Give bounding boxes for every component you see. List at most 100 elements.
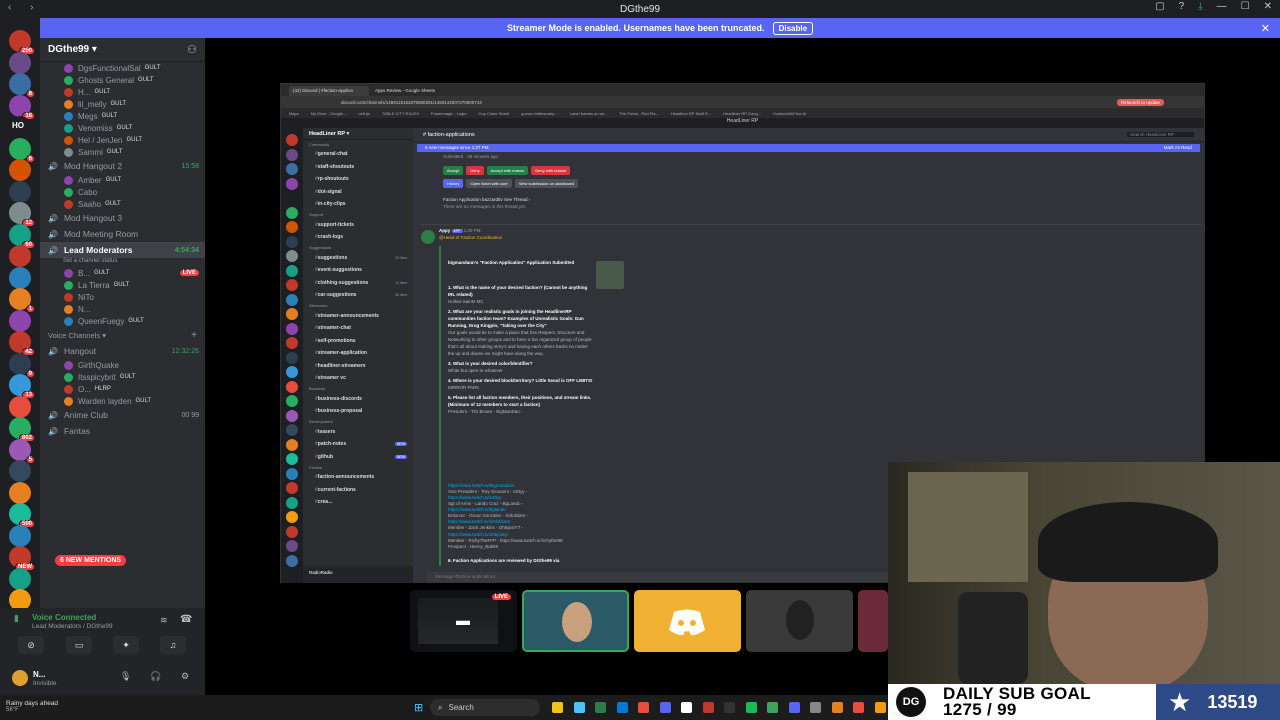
stream-tile-user-camera[interactable]: [522, 590, 629, 652]
voice-user[interactable]: Sammi GULT: [40, 146, 205, 158]
inner-server-icon[interactable]: [286, 453, 298, 465]
screen-share-icon[interactable]: ▭: [66, 636, 92, 654]
inner-category[interactable]: Support: [303, 211, 413, 219]
inner-channel[interactable]: # general-chat: [303, 148, 413, 161]
server-icon[interactable]: 13: [9, 374, 35, 399]
inner-server-icon[interactable]: [286, 540, 298, 552]
voice-user[interactable]: NiTo: [40, 291, 205, 303]
inner-server-icon[interactable]: [286, 366, 298, 378]
taskbar-app-icon[interactable]: [552, 702, 563, 713]
inner-channel[interactable]: # patch-notes NEW: [303, 438, 413, 451]
new-messages-bar[interactable]: 6 new messages since 1:27 PM Mark As Rea…: [417, 144, 1200, 152]
inner-server-icon[interactable]: [286, 221, 298, 233]
inner-server-icon[interactable]: [286, 322, 298, 335]
close-window-button[interactable]: ✕: [1264, 1, 1272, 12]
message-author[interactable]: Appy: [439, 228, 450, 233]
close-banner-icon[interactable]: ✕: [1261, 22, 1270, 35]
inner-channel[interactable]: # streamer-application: [303, 347, 413, 360]
voice-user[interactable]: H... GULT: [40, 86, 205, 98]
user-avatar[interactable]: [12, 670, 28, 686]
inner-server-icon[interactable]: [286, 395, 298, 407]
inner-server-icon[interactable]: [286, 496, 298, 509]
server-icon[interactable]: [9, 51, 31, 74]
inner-channel[interactable]: # streamer-chat: [303, 322, 413, 335]
activities-icon[interactable]: ✦: [113, 636, 139, 654]
stream-tile-screen[interactable]: LIVE ▬: [410, 590, 517, 652]
taskbar-app-icon[interactable]: [681, 702, 692, 713]
stream-tile-discord[interactable]: [634, 590, 741, 652]
inner-category[interactable]: Faction: [303, 463, 413, 471]
taskbar-app-icon[interactable]: [616, 702, 628, 713]
bookmark[interactable]: My Drive - Google...: [311, 111, 347, 116]
soundboard-icon[interactable]: ♫: [160, 636, 186, 654]
server-icon[interactable]: 60: [9, 223, 35, 249]
inner-channel[interactable]: # business-proposal: [303, 405, 413, 418]
inner-server-icon[interactable]: [286, 279, 298, 291]
server-icon[interactable]: [9, 481, 31, 504]
inner-server-icon[interactable]: [286, 192, 298, 204]
inner-server-icon[interactable]: [286, 250, 298, 262]
voice-channel-mod-hangout-2[interactable]: 🔊 Mod Hangout 2 15:58: [40, 158, 205, 174]
bookmark[interactable]: Headliner RP Gang...: [723, 111, 761, 116]
taskbar-search[interactable]: ⌕ Search: [430, 699, 540, 716]
voice-user[interactable]: DgsFunctionalSal GULT: [40, 62, 205, 74]
voice-user[interactable]: Ghosts General GULT: [40, 74, 205, 86]
voice-user[interactable]: Amber GULT: [40, 174, 205, 186]
headphones-icon[interactable]: 🎧: [150, 671, 161, 682]
server-icon[interactable]: 12: [9, 202, 35, 227]
bookmark[interactable]: TABLE CITY RULES: [382, 111, 419, 116]
voice-channel-fantasy[interactable]: 🔊 Fantas: [40, 423, 205, 439]
inner-server-icon[interactable]: [286, 554, 298, 567]
address-bar[interactable]: discord.com/channels/1459115162875060291…: [281, 96, 1204, 108]
weather-widget[interactable]: Rainy days ahead 58°F: [6, 700, 58, 713]
bookmark[interactable]: queue.entitesrarep...: [521, 111, 558, 116]
inner-channel[interactable]: # staff-shoutouts: [303, 161, 413, 174]
bookmark[interactable]: VulmonMAF.live AI: [773, 111, 806, 116]
voice-user[interactable]: N...: [40, 303, 205, 315]
inner-channel[interactable]: # event-suggestions: [303, 264, 413, 277]
taskbar-app-icon[interactable]: [745, 702, 757, 713]
inner-server-icon[interactable]: [286, 438, 298, 451]
voice-channel-mod-meeting-room[interactable]: 🔊 Mod Meeting Room: [40, 226, 205, 242]
inner-channel[interactable]: # dot-signal: [303, 186, 413, 199]
server-icon[interactable]: [9, 180, 31, 203]
server-icon[interactable]: 18: [9, 94, 35, 120]
inner-server-icon[interactable]: [286, 424, 298, 436]
browser-tab-sheets[interactable]: Apps Review - Google Sheets: [371, 86, 451, 96]
inner-server-icon[interactable]: [286, 409, 298, 422]
inner-server-icon[interactable]: [286, 525, 298, 538]
inner-channel[interactable]: # crea...: [303, 496, 413, 509]
bookmark[interactable]: Label frames on ca...: [570, 111, 607, 116]
taskbar-app-icon[interactable]: [874, 702, 886, 713]
inner-channel[interactable]: # current-factions: [303, 484, 413, 497]
maximize-button[interactable]: ☐: [1241, 1, 1250, 12]
voice-user[interactable]: lil_melly GULT: [40, 98, 205, 110]
voice-user[interactable]: Cabo: [40, 186, 205, 198]
server-icon[interactable]: [9, 309, 31, 332]
inner-channel[interactable]: # github NEW: [303, 451, 413, 464]
inner-server-icon[interactable]: [286, 177, 298, 190]
inner-category[interactable]: Community: [303, 140, 413, 148]
disconnect-icon[interactable]: ☎: [180, 614, 192, 625]
bookmark[interactable]: Cop Crime Sheet: [478, 111, 509, 116]
action-button[interactable]: Deny with reason: [531, 166, 571, 175]
server-icon[interactable]: [9, 567, 31, 590]
mark-as-read[interactable]: Mark As Read: [1164, 145, 1192, 151]
voice-user[interactable]: La Tierra GULT: [40, 279, 205, 291]
inner-category[interactable]: Development: [303, 418, 413, 426]
taskbar-app-icon[interactable]: [702, 702, 714, 713]
voice-user[interactable]: QueenFuegy GULT: [40, 315, 205, 327]
inner-server-icon[interactable]: [286, 308, 298, 320]
inner-channel[interactable]: # streamer-announcements: [303, 310, 413, 323]
taskbar-app-icon[interactable]: [810, 702, 821, 713]
voice-channel-hangout[interactable]: 🔊 Hangout 12:32:26: [40, 343, 205, 359]
role-mention[interactable]: @Head of Faction Coordination: [439, 235, 739, 242]
voice-user[interactable]: Itsspicybrit GULT: [40, 371, 205, 383]
voice-channel-lead-moderators[interactable]: 🔊 Lead Moderators 4:54:34: [40, 242, 205, 258]
thread-link[interactable]: Faction Application bazzardttv See Threa…: [443, 197, 743, 211]
inner-channel[interactable]: # self-promotions: [303, 335, 413, 348]
voice-user[interactable]: B... GULT LIVE: [40, 267, 205, 279]
bookmark[interactable]: ocfr.fyi: [358, 111, 370, 116]
bookmark[interactable]: Headliner RP Staff R...: [671, 111, 711, 116]
action-button[interactable]: Accept: [443, 166, 464, 175]
